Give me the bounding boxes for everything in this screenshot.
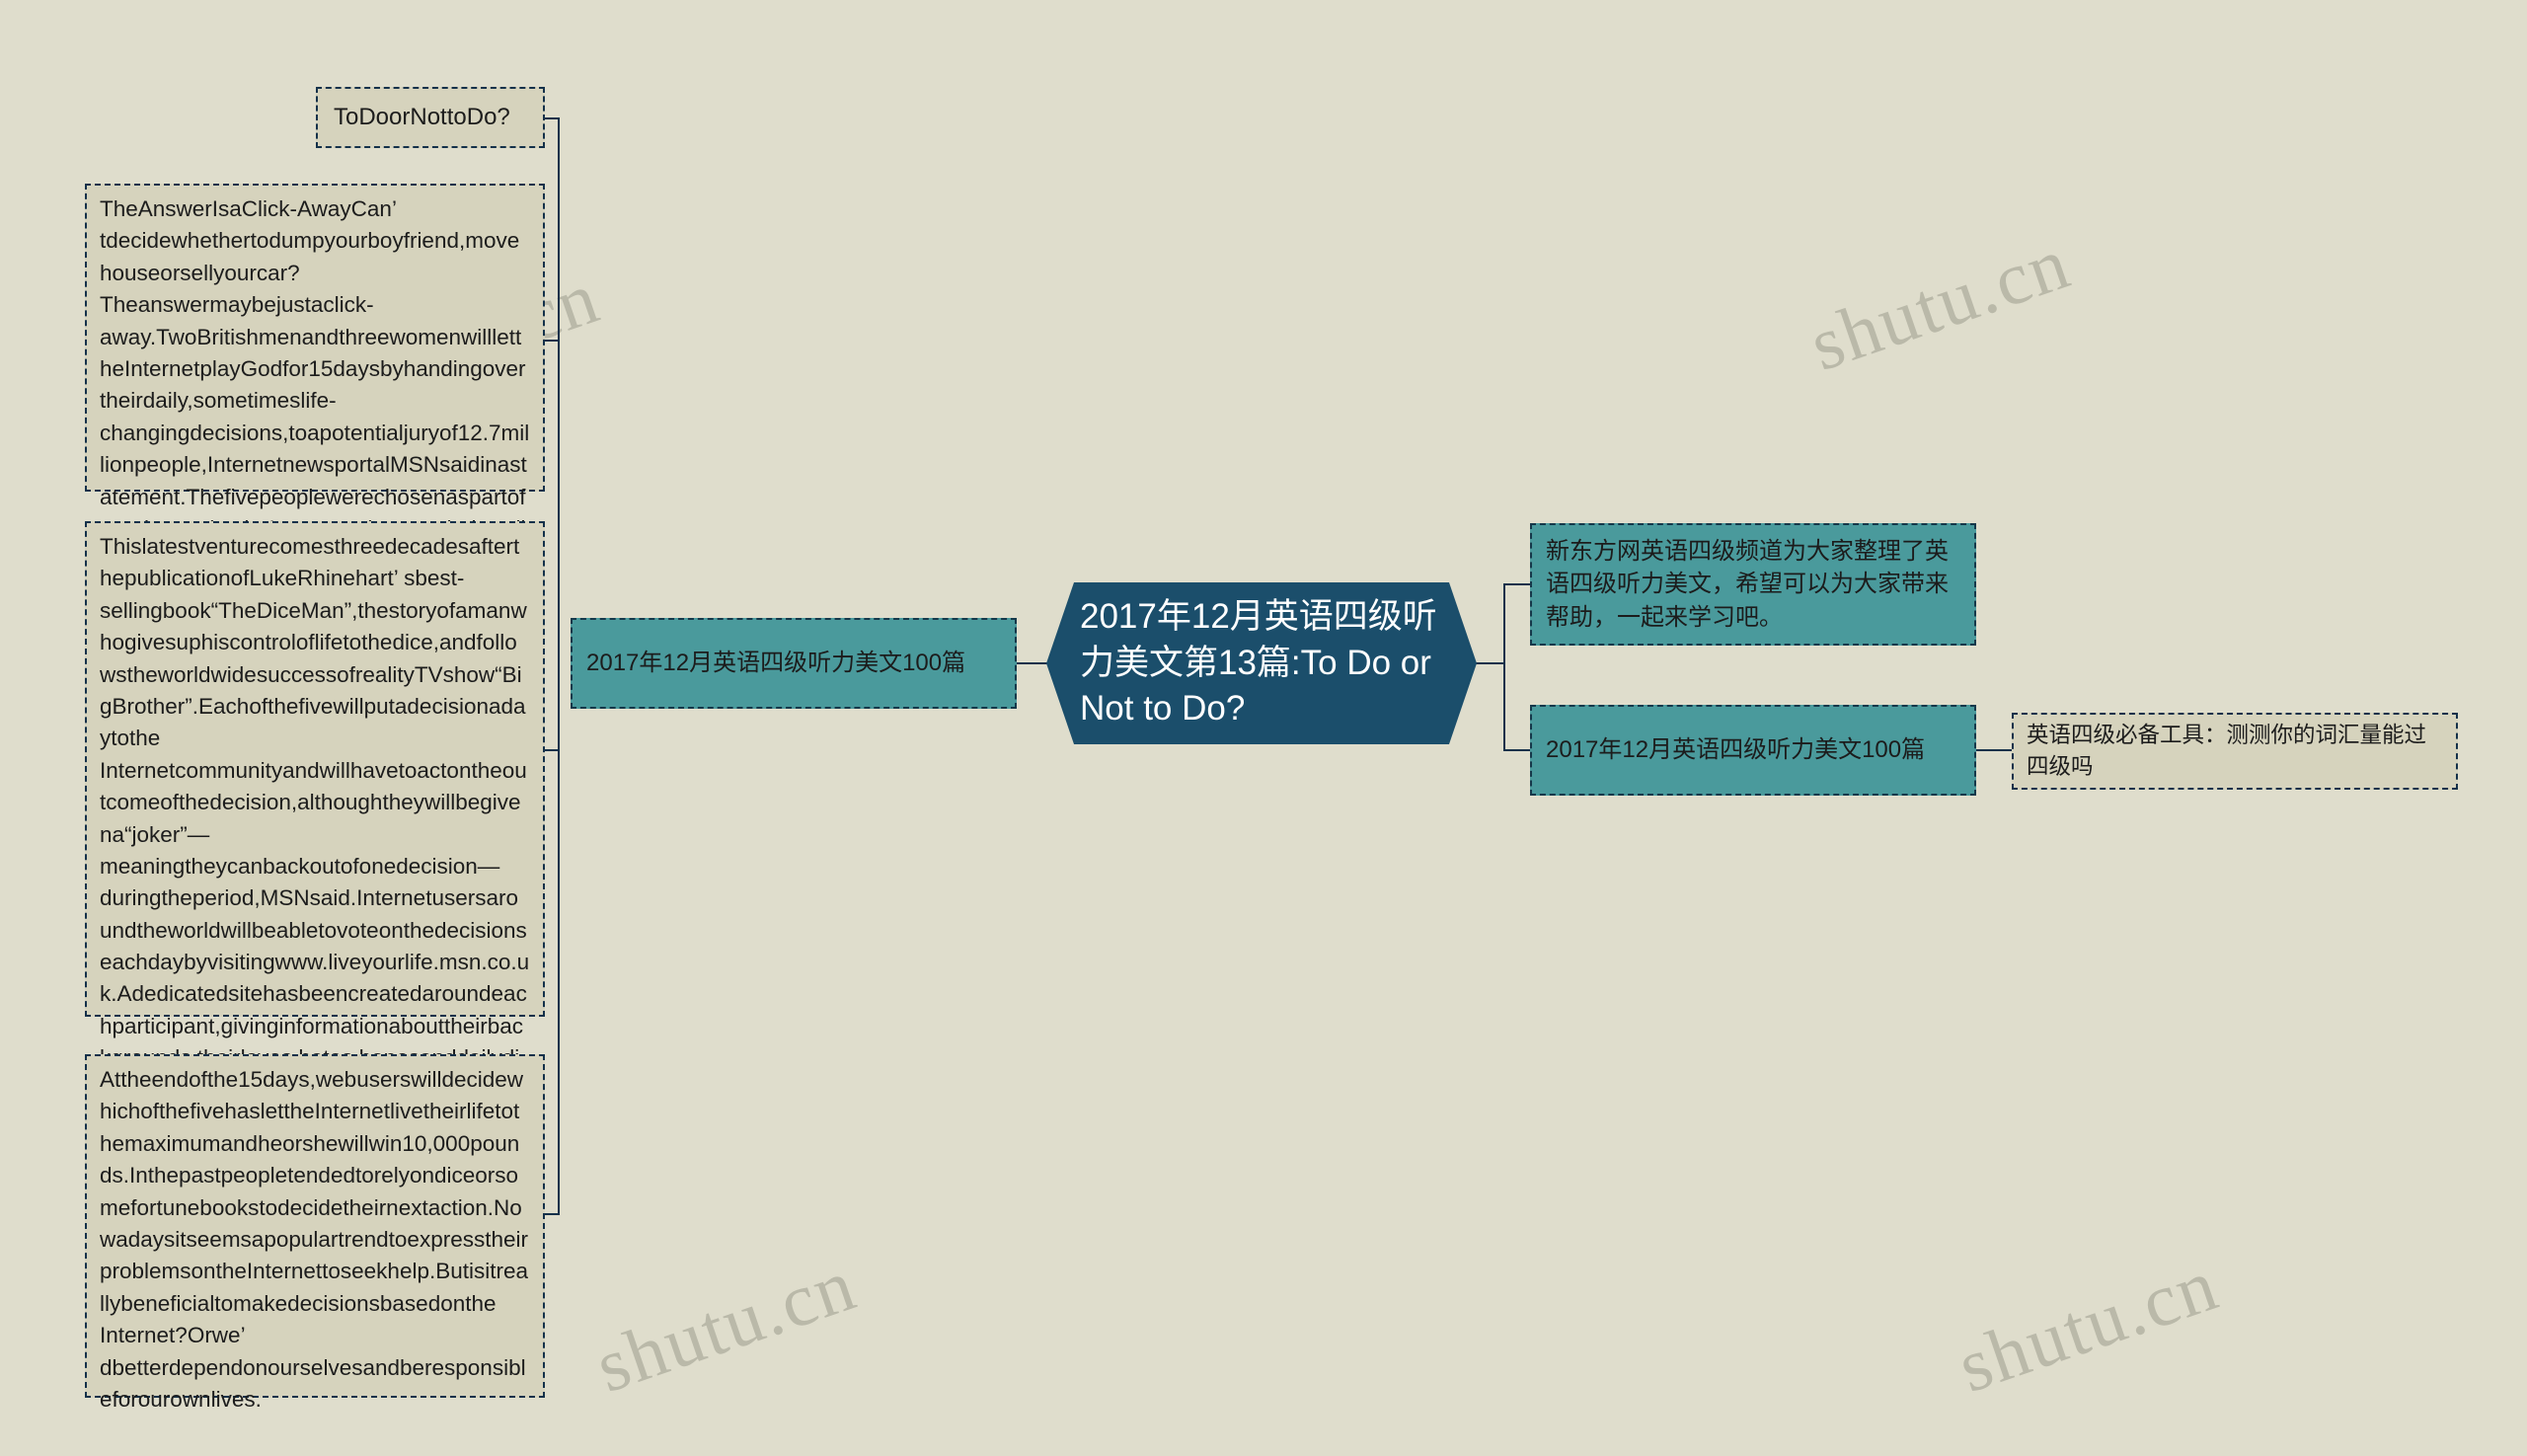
note-paragraph-2[interactable]: Thislatestventurecomesthreedecadesaftert… xyxy=(85,521,545,1103)
center-topic-node[interactable]: 2017年12月英语四级听力美文第13篇:To Do or Not to Do? xyxy=(1046,582,1477,744)
watermark: shutu.cn xyxy=(1800,221,2081,387)
branch-right-intro-label: 新东方网英语四级频道为大家整理了英语四级听力美文，希望可以为大家带来帮助，一起来… xyxy=(1546,538,1949,631)
note-paragraph-1-label: TheAnswerIsaClick-AwayCan’ tdecidewhethe… xyxy=(100,196,530,573)
note-paragraph-2-label: Thislatestventurecomesthreedecadesaftert… xyxy=(100,534,530,1103)
watermark: shutu.cn xyxy=(1948,1243,2229,1409)
branch-right-intro[interactable]: 新东方网英语四级频道为大家整理了英语四级听力美文，希望可以为大家带来帮助，一起来… xyxy=(1530,523,1976,646)
note-paragraph-3[interactable]: Attheendofthe15days,webuserswilldecidewh… xyxy=(85,1054,545,1412)
watermark: shutu.cn xyxy=(585,1243,867,1409)
branch-right-listening-essays[interactable]: 2017年12月英语四级听力美文100篇 xyxy=(1530,705,1976,796)
branch-left-label: 2017年12月英语四级听力美文100篇 xyxy=(586,650,966,677)
branch-right-listening-essays-label: 2017年12月英语四级听力美文100篇 xyxy=(1546,736,1926,764)
branch-right-tools-note[interactable]: 英语四级必备工具：测测你的词汇量能过四级吗 xyxy=(2012,713,2458,790)
note-title-label: ToDoorNottoDo? xyxy=(334,104,510,131)
center-topic-label: 2017年12月英语四级听力美文第13篇:To Do or Not to Do? xyxy=(1080,597,1441,728)
branch-left-listening-essays[interactable]: 2017年12月英语四级听力美文100篇 xyxy=(571,618,1017,709)
note-paragraph-1[interactable]: TheAnswerIsaClick-AwayCan’ tdecidewhethe… xyxy=(85,184,545,573)
branch-right-tools-label: 英语四级必备工具：测测你的词汇量能过四级吗 xyxy=(2027,722,2427,779)
note-paragraph-3-label: Attheendofthe15days,webuserswilldecidewh… xyxy=(100,1067,529,1412)
mindmap-canvas: shutu.cn shutu.cn shutu.cn shutu.cn ToDo… xyxy=(0,0,2527,1456)
note-title[interactable]: ToDoorNottoDo? xyxy=(316,87,545,148)
